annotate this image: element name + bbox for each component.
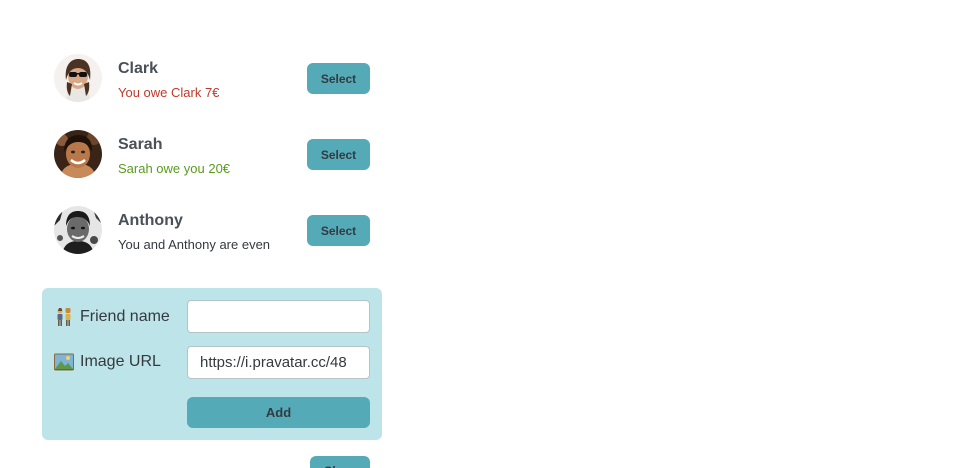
friend-item-anthony: Anthony You and Anthony are even Select [42,202,382,278]
picture-emoji-icon [54,353,74,371]
friend-item-clark: Clark You owe Clark 7€ Select [42,50,382,126]
select-friend-button[interactable]: Select [307,215,370,246]
friend-balance-status: You owe Clark 7€ [118,85,220,100]
friend-balance-status: Sarah owe you 20€ [118,161,231,176]
friend-name-label: Friend name [54,307,170,326]
select-friend-button[interactable]: Select [307,139,370,170]
add-friend-button[interactable]: Add [187,397,370,428]
avatar-sarah [54,130,102,178]
select-friend-button[interactable]: Select [307,63,370,94]
friend-list: Clark You owe Clark 7€ Select Sarah Sara… [42,50,382,278]
friend-name: Clark [118,60,159,77]
avatar-clark [54,54,102,102]
close-form-button[interactable]: Close [310,456,370,468]
friend-name-label-text: Friend name [80,308,170,325]
friend-name-input[interactable] [187,300,370,333]
friend-balance-status: You and Anthony are even [118,237,271,252]
friend-name: Sarah [118,136,163,153]
image-url-label-text: Image URL [80,353,161,370]
people-emoji-icon [54,307,74,326]
avatar-anthony [54,206,102,254]
friend-name: Anthony [118,212,183,229]
image-url-label: Image URL [54,353,161,371]
image-url-input[interactable] [187,346,370,379]
friend-item-sarah: Sarah Sarah owe you 20€ Select [42,126,382,202]
add-friend-form: Friend name Image URL Add [42,288,382,440]
